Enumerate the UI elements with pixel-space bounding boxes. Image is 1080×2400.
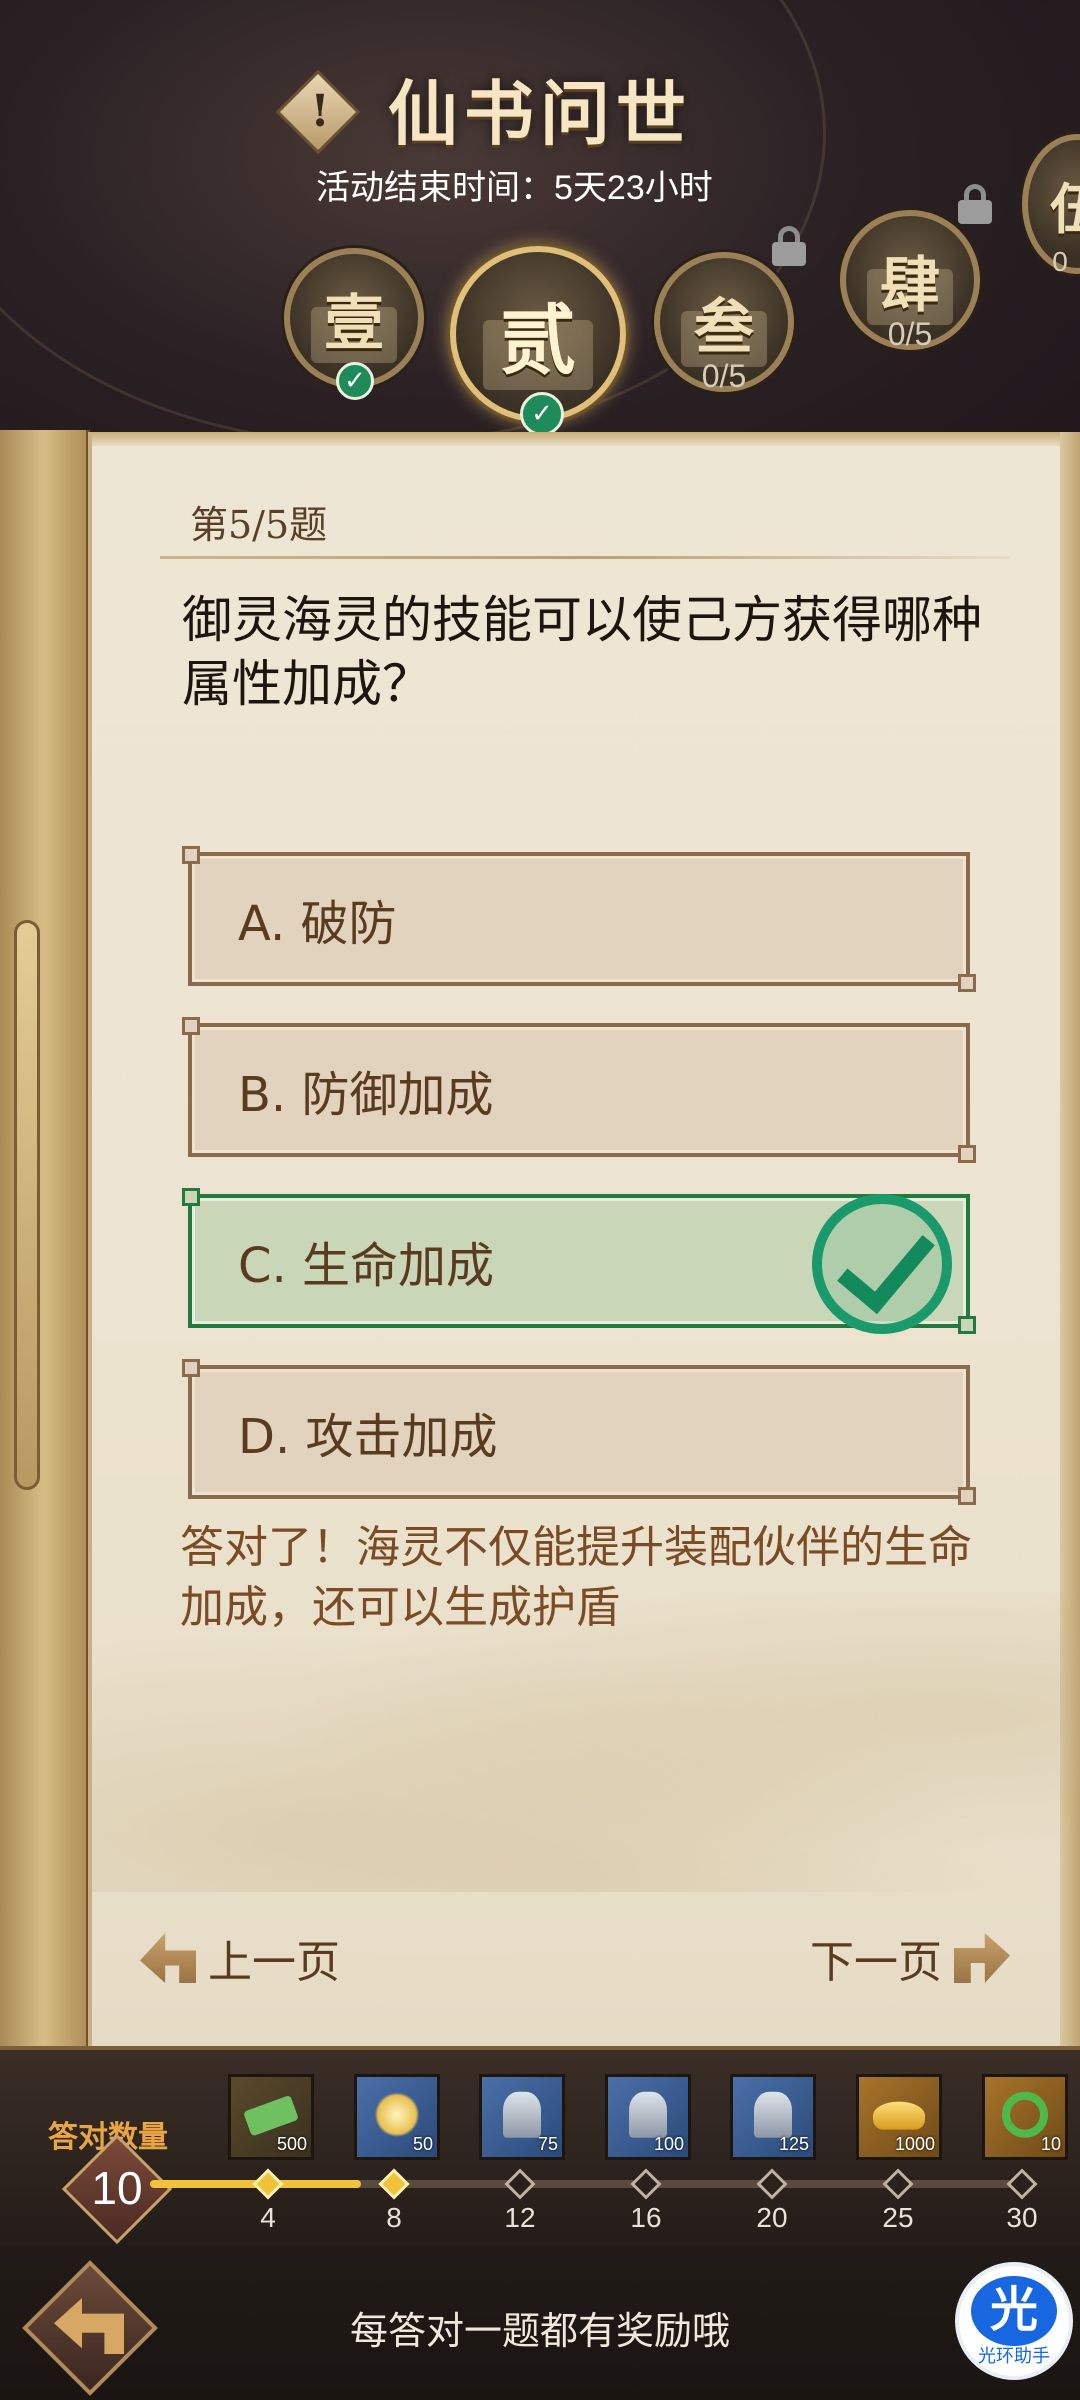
- reward-quantity: 50: [412, 2134, 433, 2154]
- option-label: D. 攻击加成: [238, 1409, 498, 1465]
- check-icon: ✓: [336, 362, 374, 400]
- lock-icon: [958, 184, 992, 224]
- milestone-label: 30: [1006, 2202, 1038, 2233]
- correct-check-icon: [812, 1194, 952, 1334]
- milestone-label: 16: [630, 2202, 662, 2233]
- helper-app-badge[interactable]: 光 光环助手: [955, 2262, 1073, 2380]
- helper-label: 光环助手: [978, 2346, 1050, 2366]
- option-b[interactable]: B. 防御加成: [182, 1017, 976, 1163]
- chapter-label: 叁: [694, 292, 754, 363]
- reward-item[interactable]: 100: [605, 2074, 691, 2160]
- option-d[interactable]: D. 攻击加成: [182, 1359, 976, 1505]
- scroll-rod: [14, 920, 40, 1490]
- option-label: B. 防御加成: [238, 1067, 494, 1123]
- left-scroll-frame: [0, 430, 90, 2060]
- fish-item-icon: [503, 2091, 541, 2138]
- scroll-icon: [243, 2094, 299, 2137]
- reward-quantity: 500: [276, 2134, 307, 2154]
- milestone-label: 20: [756, 2202, 788, 2233]
- helper-logo-icon: 光: [971, 2276, 1057, 2346]
- event-end-time: 活动结束时间：5天23小时: [316, 169, 713, 207]
- fish-item-icon: [629, 2091, 667, 2138]
- prev-page-label: 上一页: [208, 1937, 340, 1988]
- reward-quantity: 10: [1040, 2134, 1061, 2154]
- reward-quantity: 1000: [894, 2134, 935, 2154]
- chapter-label: 肆: [880, 250, 940, 321]
- correct-count: 10: [91, 2162, 143, 2214]
- question-text: 御灵海灵的技能可以使己方获得哪种属性加成？: [182, 591, 982, 713]
- next-arrow-icon: [954, 1933, 1010, 1983]
- reward-quantity: 100: [653, 2134, 684, 2154]
- lock-icon: [772, 226, 806, 266]
- check-icon: ✓: [520, 392, 564, 436]
- chapter-label: 壹: [324, 288, 384, 359]
- event-title: 仙书问世: [388, 72, 692, 155]
- next-page-label: 下一页: [810, 1937, 942, 1988]
- chapter-progress: 0: [1052, 246, 1068, 277]
- gold-ingot-icon: [873, 2101, 925, 2130]
- chapter-progress: 0/5: [887, 316, 933, 352]
- question-number: 第5/5题: [190, 503, 328, 547]
- next-page-button[interactable]: 下一页: [810, 1926, 1010, 1990]
- divider: [160, 556, 1010, 559]
- jade-ring-icon: [1002, 2091, 1048, 2138]
- reward-item[interactable]: 10: [982, 2074, 1068, 2160]
- fish-item-icon: [754, 2091, 792, 2138]
- option-label: C. 生命加成: [238, 1238, 495, 1294]
- option-c[interactable]: C. 生命加成: [182, 1188, 976, 1334]
- chapter-label: 贰: [500, 296, 576, 385]
- option-label: A. 破防: [238, 896, 397, 952]
- reward-item[interactable]: 125: [730, 2074, 816, 2160]
- option-a[interactable]: A. 破防: [182, 846, 976, 992]
- chapter-progress: 0/5: [701, 358, 747, 394]
- chapter-label: 伍: [1050, 176, 1080, 241]
- milestone-label: 8: [386, 2202, 402, 2233]
- reward-item[interactable]: 500: [228, 2074, 314, 2160]
- reward-item[interactable]: 1000: [856, 2074, 942, 2160]
- answer-explanation: 答对了！海灵不仅能提升装配伙伴的生命加成，还可以生成护盾: [180, 1522, 972, 1633]
- milestone-label: 25: [882, 2202, 914, 2233]
- reward-item[interactable]: 50: [354, 2074, 440, 2160]
- milestone-label: 12: [504, 2202, 536, 2233]
- reward-quantity: 75: [537, 2134, 558, 2154]
- reward-quantity: 125: [778, 2134, 809, 2154]
- reward-hint: 每答对一题都有奖励哦: [349, 2309, 730, 2353]
- milestone-label: 4: [260, 2202, 276, 2233]
- prev-page-button[interactable]: 上一页: [140, 1926, 340, 1990]
- info-icon[interactable]: !: [304, 80, 336, 144]
- prev-arrow-icon: [140, 1933, 196, 1983]
- flash-item-icon: [375, 2091, 419, 2138]
- reward-item[interactable]: 75: [479, 2074, 565, 2160]
